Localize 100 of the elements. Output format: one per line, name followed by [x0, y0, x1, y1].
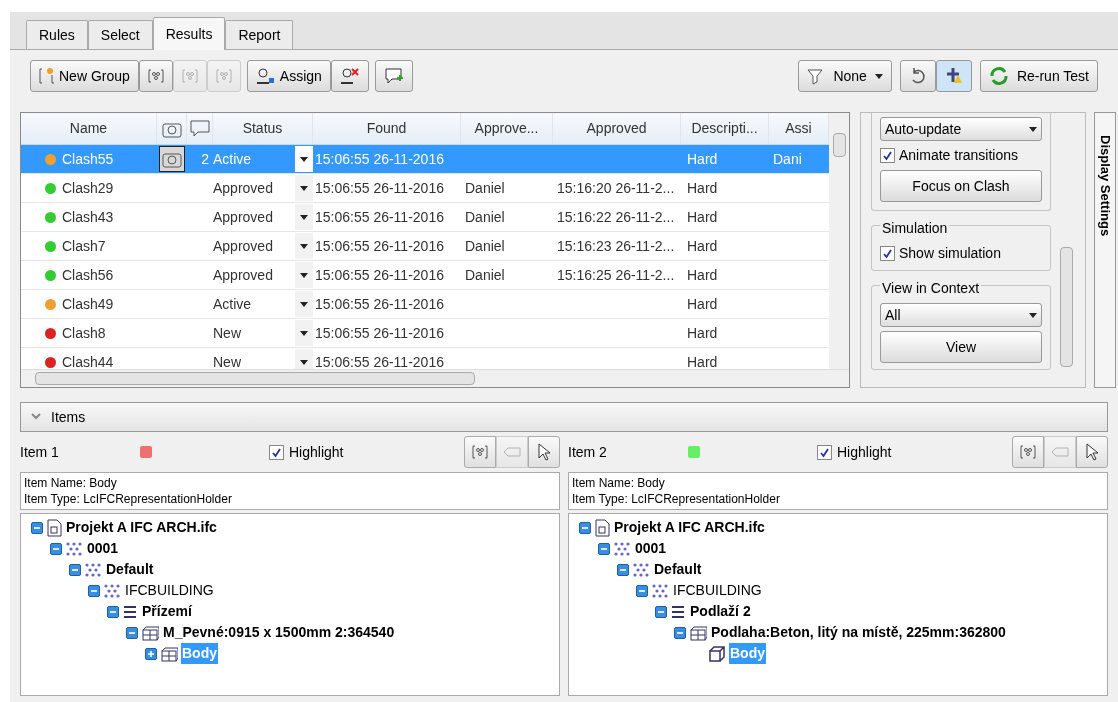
tree-node[interactable]: Default	[105, 559, 155, 580]
column-header[interactable]: Status	[213, 113, 313, 144]
collapse-toggle[interactable]	[636, 584, 648, 597]
reset-button[interactable]	[899, 60, 936, 92]
clash-cleanup-button[interactable]	[935, 60, 972, 92]
collapse-toggle[interactable]	[579, 521, 591, 534]
filter-dropdown[interactable]: None	[798, 60, 892, 92]
tree-node[interactable]: IFCBUILDING	[124, 580, 215, 601]
tree-node[interactable]: Podlaha:Beton, litý na místě, 225mm:362800	[710, 622, 1007, 643]
cross-warning-icon	[944, 67, 963, 85]
dropdown[interactable]: Auto-update	[880, 117, 1042, 141]
tree-node[interactable]: Přízemí	[141, 601, 193, 622]
clash-name: Clash55	[62, 149, 114, 169]
collapse-toggle[interactable]	[617, 563, 629, 576]
collapse-toggle[interactable]	[598, 542, 610, 555]
collapse-toggle[interactable]	[69, 563, 81, 576]
tab[interactable]: Report	[225, 20, 294, 49]
view-button[interactable]: View	[880, 331, 1042, 363]
clash-row[interactable]: Clash49 Active 15:06:55 26-11-2016 Hard	[21, 290, 829, 319]
column-header[interactable]: Approved	[553, 113, 681, 144]
clash-description: Hard	[687, 294, 718, 314]
group-button[interactable]	[138, 60, 173, 92]
found-date: 15:06:55 26-11-2016	[315, 207, 444, 227]
refresh-icon	[988, 66, 1009, 86]
tree-node[interactable]: 0001	[634, 538, 668, 559]
status-dropdown[interactable]: Approved	[213, 175, 313, 201]
caret-icon	[300, 301, 308, 307]
caret-icon	[1029, 312, 1037, 318]
status-dropdown[interactable]: Approved	[213, 233, 313, 259]
rerun-test-button[interactable]: Re-run Test	[979, 60, 1098, 92]
status-dropdown[interactable]: New	[213, 349, 313, 369]
expand-toggle[interactable]	[145, 647, 157, 660]
add-comment-button[interactable]	[374, 60, 413, 92]
column-header[interactable]: Approve...	[461, 113, 553, 144]
dots-icon	[65, 540, 83, 557]
tree-node[interactable]: Podlaží 2	[689, 601, 752, 622]
simulation-checkbox[interactable]	[880, 246, 895, 261]
clash-row[interactable]: Clash29 Approved 15:06:55 26-11-2016 Daniel 15:16:20 26-11-2... Hard	[21, 174, 829, 203]
found-date: 15:06:55 26-11-2016	[315, 236, 444, 256]
animate-checkbox[interactable]	[880, 148, 895, 163]
collapse-toggle[interactable]	[655, 605, 667, 618]
item-title: Item 2	[568, 442, 608, 462]
layers-icon	[122, 603, 138, 620]
tab[interactable]: Results	[152, 17, 226, 50]
focus-on-clash-button[interactable]: Focus on Clash	[880, 170, 1042, 202]
tree-node[interactable]: IFCBUILDING	[672, 580, 763, 601]
column-header[interactable]: Name	[21, 113, 157, 144]
clash-name: Clash49	[62, 294, 114, 314]
collapse-toggle[interactable]	[50, 542, 62, 555]
layers-icon	[670, 603, 686, 620]
clash-row[interactable]: Clash7 Approved 15:06:55 26-11-2016 Daniel 15:16:23 26-11-2... Hard	[21, 232, 829, 261]
unassign-button[interactable]	[330, 60, 369, 92]
select-button[interactable]	[528, 436, 560, 468]
collapse-toggle[interactable]	[88, 584, 100, 597]
dropdown[interactable]: All	[880, 303, 1042, 327]
collapse-toggle[interactable]	[31, 521, 43, 534]
cursor-icon	[1085, 443, 1099, 461]
status-dropdown[interactable]: Active	[213, 291, 313, 317]
status-dropdown[interactable]: Approved	[213, 204, 313, 230]
clash-row[interactable]: Clash8 New 15:06:55 26-11-2016 Hard	[21, 319, 829, 348]
collapse-toggle[interactable]	[126, 626, 138, 639]
status-dropdown[interactable]: Approved	[213, 262, 313, 288]
found-date: 15:06:55 26-11-2016	[315, 265, 444, 285]
tree-node[interactable]: Projekt A IFC ARCH.ifc	[613, 517, 766, 538]
select-group-button[interactable]	[464, 436, 496, 468]
collapse-toggle[interactable]	[107, 605, 119, 618]
checkbox-label: Highlight	[837, 442, 892, 462]
approver-name: Daniel	[465, 236, 505, 256]
viewpoint-thumbnail[interactable]	[159, 146, 185, 172]
tab[interactable]: Select	[87, 20, 153, 49]
found-date: 15:06:55 26-11-2016	[315, 149, 444, 169]
vertical-scrollbar[interactable]	[829, 113, 849, 369]
highlight-checkbox[interactable]	[817, 444, 832, 460]
tree-node[interactable]: Default	[653, 559, 703, 580]
tab[interactable]: Rules	[26, 20, 88, 49]
found-date: 15:06:55 26-11-2016	[315, 294, 444, 314]
approver-name: Daniel	[465, 178, 505, 198]
status-dropdown[interactable]: New	[213, 320, 313, 346]
clash-row[interactable]: Clash56 Approved 15:06:55 26-11-2016 Daniel 15:16:25 26-11-2... Hard	[21, 261, 829, 290]
column-header[interactable]: Found	[313, 113, 461, 144]
caret-icon	[300, 214, 308, 220]
found-date: 15:06:55 26-11-2016	[315, 323, 444, 343]
assign-button[interactable]: Assign	[246, 60, 331, 92]
highlight-checkbox[interactable]	[269, 444, 284, 460]
tree-node[interactable]: 0001	[86, 538, 120, 559]
tree-node[interactable]: Projekt A IFC ARCH.ifc	[65, 517, 218, 538]
tree-node[interactable]: M_Pevné:0915 x 1500mm 2:364540	[162, 622, 396, 643]
approver-name: Daniel	[465, 207, 505, 227]
comment-add-icon	[383, 67, 404, 85]
display-settings-tab[interactable]: Display Settings	[1094, 112, 1116, 388]
items-section-header[interactable]: Items	[20, 402, 1108, 432]
clash-row[interactable]: Clash43 Approved 15:06:55 26-11-2016 Daniel 15:16:22 26-11-2... Hard	[21, 203, 829, 232]
new-group-button[interactable]: New Group	[30, 60, 139, 92]
clash-description: Hard	[687, 149, 718, 169]
select-button[interactable]	[1076, 436, 1108, 468]
column-header[interactable]: Descripti...	[681, 113, 769, 144]
select-group-button[interactable]	[1012, 436, 1044, 468]
horizontal-scrollbar[interactable]	[21, 369, 849, 387]
group-icon	[472, 444, 488, 460]
collapse-toggle[interactable]	[674, 626, 686, 639]
